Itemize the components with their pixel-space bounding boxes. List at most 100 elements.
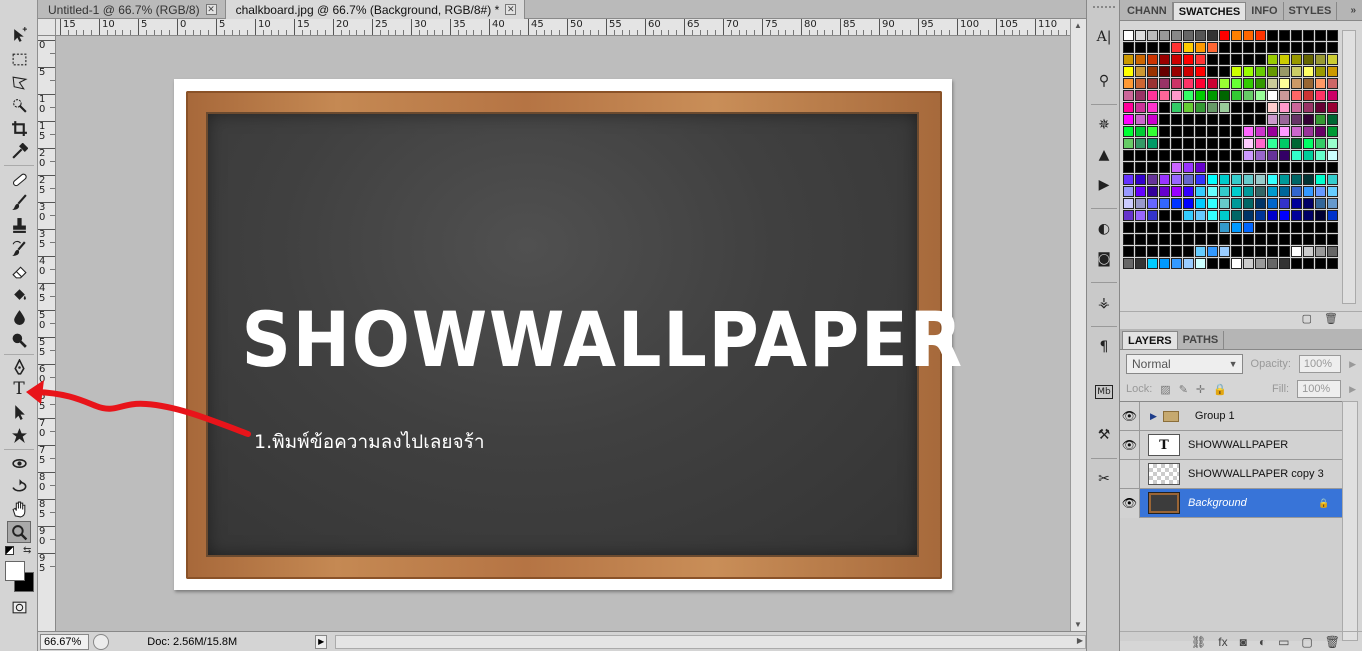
swatch-cell[interactable]	[1279, 198, 1290, 209]
swatch-cell[interactable]	[1267, 246, 1278, 257]
swatch-cell[interactable]	[1291, 126, 1302, 137]
marquee-tool-icon[interactable]	[7, 48, 31, 70]
swatch-cell[interactable]	[1147, 90, 1158, 101]
swatch-cell[interactable]	[1267, 54, 1278, 65]
swatch-cell[interactable]	[1303, 198, 1314, 209]
pen-tool-icon[interactable]	[7, 356, 31, 378]
lock-all-icon[interactable]: 🔒	[1213, 383, 1227, 396]
swatch-cell[interactable]	[1159, 258, 1170, 269]
swatch-cell[interactable]	[1123, 30, 1134, 41]
tool-presets-panel-icon[interactable]: ⚒	[1093, 424, 1115, 446]
layer-row-group-1[interactable]: 👁 ▶ Group 1	[1120, 401, 1342, 431]
move-tool-icon[interactable]	[7, 24, 31, 46]
swatch-cell[interactable]	[1315, 234, 1326, 245]
swatch-cell[interactable]	[1123, 174, 1134, 185]
swatch-cell[interactable]	[1267, 234, 1278, 245]
swatch-cell[interactable]	[1315, 114, 1326, 125]
swatches-grid[interactable]	[1123, 30, 1339, 269]
swatch-cell[interactable]	[1123, 210, 1134, 221]
swatch-cell[interactable]	[1327, 210, 1338, 221]
swatch-cell[interactable]	[1255, 30, 1266, 41]
swatch-cell[interactable]	[1159, 54, 1170, 65]
swatch-cell[interactable]	[1159, 78, 1170, 89]
scroll-down-icon[interactable]: ▼	[1074, 620, 1082, 629]
swatch-cell[interactable]	[1327, 102, 1338, 113]
swatch-cell[interactable]	[1195, 174, 1206, 185]
swatch-cell[interactable]	[1171, 222, 1182, 233]
swatch-cell[interactable]	[1279, 78, 1290, 89]
default-colors-icon[interactable]	[5, 546, 14, 555]
swatch-cell[interactable]	[1315, 150, 1326, 161]
swatch-cell[interactable]	[1195, 258, 1206, 269]
swatch-cell[interactable]	[1135, 234, 1146, 245]
swatch-cell[interactable]	[1267, 102, 1278, 113]
swatch-cell[interactable]	[1243, 42, 1254, 53]
eyedropper-tool-icon[interactable]	[7, 140, 31, 162]
swatch-cell[interactable]	[1195, 126, 1206, 137]
swatch-cell[interactable]	[1231, 198, 1242, 209]
swatch-cell[interactable]	[1183, 78, 1194, 89]
swatch-cell[interactable]	[1315, 90, 1326, 101]
swatch-cell[interactable]	[1207, 258, 1218, 269]
swatch-cell[interactable]	[1195, 162, 1206, 173]
swatch-cell[interactable]	[1327, 150, 1338, 161]
crop-tool-icon[interactable]	[7, 117, 31, 139]
swatch-cell[interactable]	[1171, 30, 1182, 41]
brush-panel-icon[interactable]: ⚲	[1093, 70, 1115, 92]
swatch-cell[interactable]	[1123, 234, 1134, 245]
tab-swatches[interactable]: SWATCHES	[1172, 2, 1247, 20]
swatch-cell[interactable]	[1183, 210, 1194, 221]
swatch-cell[interactable]	[1315, 102, 1326, 113]
swatch-cell[interactable]	[1123, 258, 1134, 269]
swatch-cell[interactable]	[1207, 42, 1218, 53]
swatch-cell[interactable]	[1255, 234, 1266, 245]
swatch-cell[interactable]	[1183, 138, 1194, 149]
histogram-panel-icon[interactable]: ▲	[1093, 144, 1115, 166]
swatch-cell[interactable]	[1231, 30, 1242, 41]
swatch-cell[interactable]	[1147, 78, 1158, 89]
swatch-cell[interactable]	[1207, 30, 1218, 41]
swatch-cell[interactable]	[1291, 246, 1302, 257]
swatch-cell[interactable]	[1159, 126, 1170, 137]
swatch-cell[interactable]	[1303, 42, 1314, 53]
swatch-cell[interactable]	[1303, 54, 1314, 65]
opacity-arrow-icon[interactable]: ▶	[1349, 359, 1356, 370]
delete-layer-icon[interactable]: 🗑	[1325, 635, 1340, 649]
swatch-cell[interactable]	[1303, 246, 1314, 257]
eraser-tool-icon[interactable]	[7, 260, 31, 282]
swatch-cell[interactable]	[1231, 78, 1242, 89]
lock-pixels-icon[interactable]: ✎	[1179, 383, 1188, 396]
clone-source-panel-icon[interactable]: ⚶	[1093, 292, 1115, 314]
swatch-cell[interactable]	[1231, 186, 1242, 197]
swatch-cell[interactable]	[1231, 102, 1242, 113]
swatch-cell[interactable]	[1123, 150, 1134, 161]
swatch-cell[interactable]	[1135, 258, 1146, 269]
swatch-cell[interactable]	[1315, 162, 1326, 173]
swatch-cell[interactable]	[1147, 126, 1158, 137]
swatch-cell[interactable]	[1243, 90, 1254, 101]
horizontal-ruler[interactable]: 15 10 5 0 5 10 15 20 25 30 35 40 45 50 55 60 65 70 75 80 85 9…	[56, 19, 1070, 36]
hand-tool-icon[interactable]	[7, 498, 31, 520]
swatch-cell[interactable]	[1159, 114, 1170, 125]
swatch-cell[interactable]	[1243, 30, 1254, 41]
tab-channels[interactable]: CHANN	[1122, 2, 1173, 20]
swatch-cell[interactable]	[1291, 30, 1302, 41]
swatch-cell[interactable]	[1171, 246, 1182, 257]
swatch-cell[interactable]	[1123, 126, 1134, 137]
status-info-icon[interactable]	[93, 633, 110, 650]
swatch-cell[interactable]	[1243, 258, 1254, 269]
swatch-cell[interactable]	[1315, 30, 1326, 41]
swatch-cell[interactable]	[1159, 198, 1170, 209]
swatch-cell[interactable]	[1327, 234, 1338, 245]
panel-menu-icon[interactable]: »	[1350, 2, 1356, 20]
swatch-cell[interactable]	[1159, 210, 1170, 221]
swatch-cell[interactable]	[1195, 150, 1206, 161]
swatch-cell[interactable]	[1303, 114, 1314, 125]
swatch-cell[interactable]	[1231, 222, 1242, 233]
opacity-field[interactable]: 100%	[1298, 355, 1342, 373]
swatch-cell[interactable]	[1207, 162, 1218, 173]
swatch-cell[interactable]	[1267, 126, 1278, 137]
swatch-cell[interactable]	[1279, 162, 1290, 173]
swatch-cell[interactable]	[1243, 138, 1254, 149]
swatch-cell[interactable]	[1171, 114, 1182, 125]
